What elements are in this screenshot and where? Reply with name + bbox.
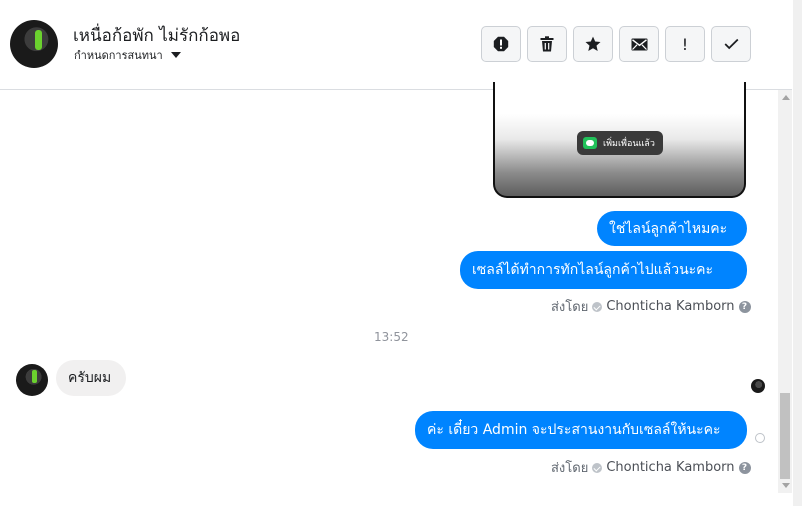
- sent-by-label: ส่งโดย: [551, 300, 589, 315]
- sent-by-label: ส่งโดย: [551, 461, 589, 476]
- sent-by-line: ส่งโดย Chonticha Kamborn ?: [551, 296, 751, 317]
- exclamation-icon: !: [681, 34, 689, 54]
- window-edge: [793, 0, 802, 506]
- help-icon[interactable]: ?: [738, 300, 751, 313]
- contact-name[interactable]: เหนื่อก้อพัก ไม่รักก้อพอ: [73, 22, 240, 49]
- follow-up-button[interactable]: !: [665, 26, 705, 62]
- help-icon[interactable]: ?: [738, 461, 751, 474]
- mail-icon: [631, 38, 647, 50]
- delete-button[interactable]: [527, 26, 567, 62]
- timestamp: 13:52: [374, 330, 409, 344]
- sender-name[interactable]: Chonticha Kamborn: [606, 299, 734, 314]
- scrollbar-thumb[interactable]: [780, 393, 790, 479]
- report-spam-button[interactable]: [481, 26, 521, 62]
- scroll-down-icon[interactable]: [782, 483, 790, 488]
- scroll-up-icon[interactable]: [782, 95, 790, 100]
- outgoing-message[interactable]: ค่ะ เดี๋ยว Admin จะประสานงานกับเซลล์ให้น…: [415, 411, 747, 449]
- check-circle-icon: [592, 301, 603, 312]
- mark-done-button[interactable]: [711, 26, 751, 62]
- sent-by-line: ส่งโดย Chonticha Kamborn ?: [551, 457, 751, 478]
- conversation-header: เหนื่อก้อพัก ไม่รักก้อพอ กำหนดการสนทนา !: [0, 0, 792, 90]
- image-attachment[interactable]: เพิ่มเพื่อนแล้ว: [493, 82, 746, 198]
- assign-conversation-dropdown[interactable]: กำหนดการสนทนา: [74, 46, 181, 64]
- caret-down-icon: [170, 52, 181, 58]
- star-button[interactable]: [573, 26, 613, 62]
- check-icon: [724, 38, 738, 50]
- mark-unread-button[interactable]: [619, 26, 659, 62]
- outgoing-message[interactable]: ใช่ไลน์ลูกค้าไหมคะ: [597, 211, 747, 246]
- toolbar: !: [481, 26, 751, 62]
- incoming-message[interactable]: ครับผม: [56, 360, 126, 396]
- outgoing-message[interactable]: เซลล์ได้ทำการทักไลน์ลูกค้าไปแล้วนะคะ: [460, 251, 747, 289]
- alert-circle-icon: [493, 36, 509, 52]
- contact-avatar-small[interactable]: [16, 364, 48, 396]
- chip-text: เพิ่มเพื่อนแล้ว: [603, 139, 655, 149]
- seen-avatar-icon: [751, 379, 765, 393]
- star-icon: [585, 36, 601, 51]
- contact-avatar[interactable]: [10, 20, 58, 68]
- line-icon: [583, 137, 597, 149]
- check-circle-icon: [592, 462, 603, 473]
- trash-icon: [540, 36, 554, 52]
- sent-status-icon: [755, 433, 765, 443]
- friend-added-chip: เพิ่มเพื่อนแล้ว: [577, 131, 663, 155]
- sender-name[interactable]: Chonticha Kamborn: [606, 460, 734, 475]
- assign-label: กำหนดการสนทนา: [74, 49, 163, 62]
